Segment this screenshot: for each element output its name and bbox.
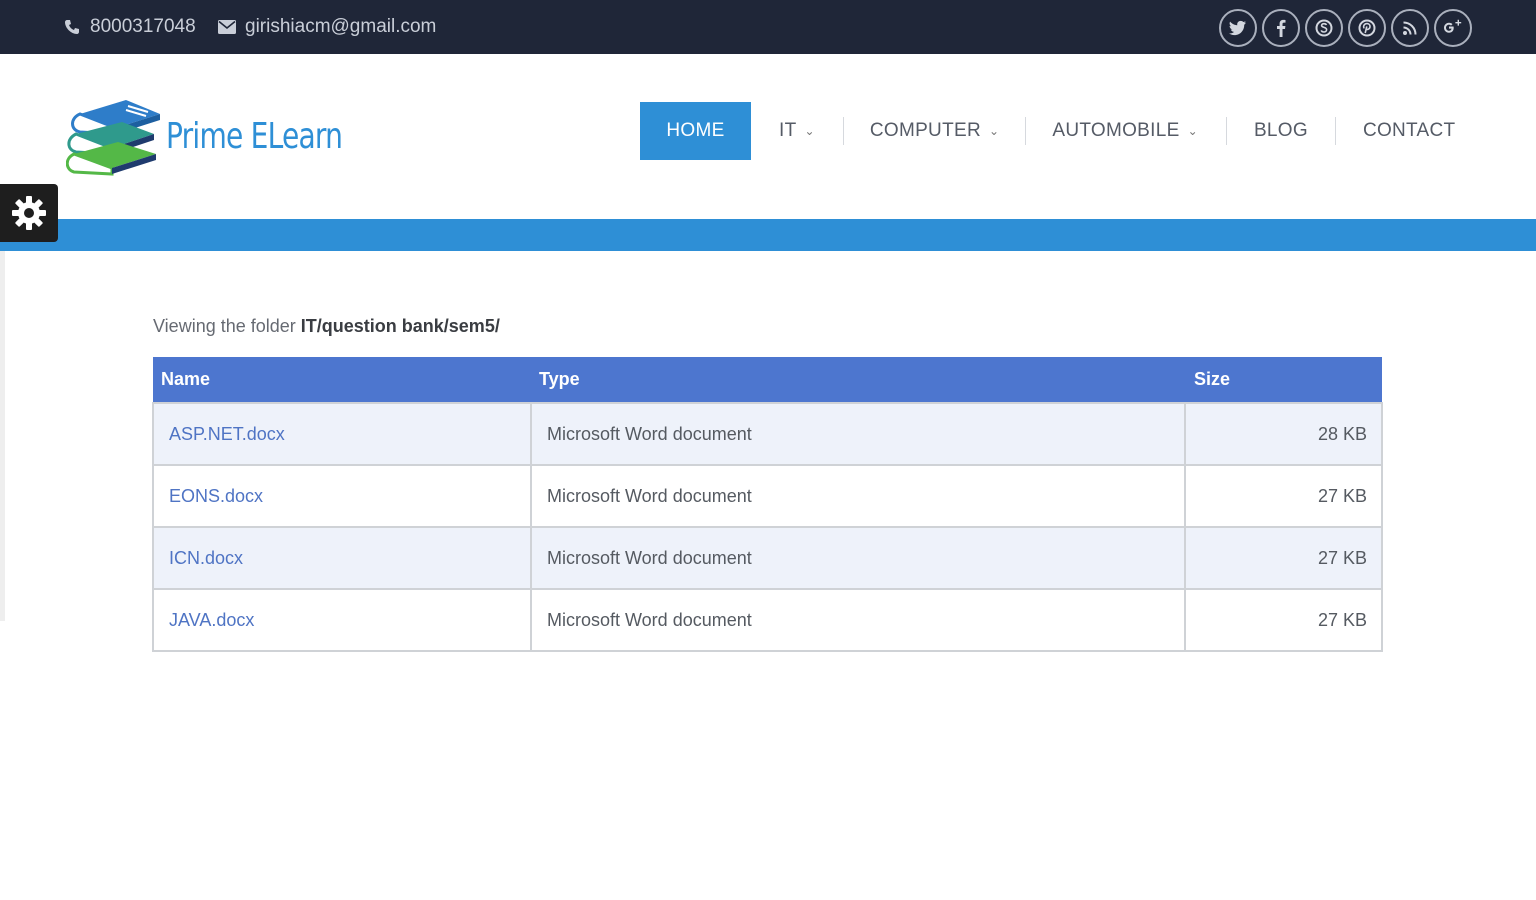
email-contact[interactable]: girishiacm@gmail.com <box>217 0 436 54</box>
nav-automobile[interactable]: AUTOMOBILE ⌄ <box>1026 102 1226 160</box>
site-header: Prime ELearn HOME IT ⌄ COMPUTER ⌄ AUTOMO… <box>0 54 1536 220</box>
file-type: Microsoft Word document <box>530 402 1186 466</box>
file-size: 27 KB <box>1184 588 1383 652</box>
file-link[interactable]: ICN.docx <box>152 526 532 590</box>
logo-text: Prime ELearn <box>166 115 343 157</box>
pinterest-icon[interactable] <box>1348 9 1386 47</box>
chevron-down-icon: ⌄ <box>804 124 815 138</box>
folder-path-prefix: Viewing the folder <box>153 316 296 336</box>
nav-computer-label: COMPUTER <box>869 120 981 141</box>
top-bar: 8000317048 girishiacm@gmail.com <box>0 0 1536 54</box>
table-row: JAVA.docx Microsoft Word document 27 KB <box>152 588 1383 652</box>
nav-blog[interactable]: BLOG <box>1227 102 1335 160</box>
nav-computer[interactable]: COMPUTER ⌄ <box>844 102 1025 160</box>
nav-automobile-label: AUTOMOBILE <box>1052 120 1180 141</box>
file-link[interactable]: EONS.docx <box>152 464 532 528</box>
file-type: Microsoft Word document <box>530 464 1186 528</box>
books-logo-icon <box>66 100 160 176</box>
facebook-icon[interactable] <box>1262 9 1300 47</box>
phone-contact[interactable]: 8000317048 <box>62 0 196 54</box>
site-logo[interactable]: Prime ELearn <box>66 96 392 176</box>
chevron-down-icon: ⌄ <box>1187 124 1198 138</box>
column-header-type[interactable]: Type <box>531 357 1185 403</box>
file-size: 27 KB <box>1184 526 1383 590</box>
table-row: ASP.NET.docx Microsoft Word document 28 … <box>152 402 1383 466</box>
column-header-name[interactable]: Name <box>153 357 531 403</box>
nav-contact[interactable]: CONTACT <box>1336 102 1456 160</box>
table-header-row: Name Type Size <box>153 357 1382 403</box>
nav-it-label: IT <box>779 120 797 141</box>
rss-icon[interactable] <box>1391 9 1429 47</box>
social-links <box>1219 9 1472 47</box>
table-row: EONS.docx Microsoft Word document 27 KB <box>152 464 1383 528</box>
column-header-size[interactable]: Size <box>1185 357 1382 403</box>
twitter-icon[interactable] <box>1219 9 1257 47</box>
page-banner-strip <box>0 219 1536 251</box>
file-link[interactable]: ASP.NET.docx <box>152 402 532 466</box>
phone-number: 8000317048 <box>90 16 196 37</box>
email-address: girishiacm@gmail.com <box>245 16 437 37</box>
nav-it[interactable]: IT ⌄ <box>751 102 843 160</box>
file-size: 28 KB <box>1184 402 1383 466</box>
file-type: Microsoft Word document <box>530 588 1186 652</box>
chevron-down-icon: ⌄ <box>988 124 1000 138</box>
file-size: 27 KB <box>1184 464 1383 528</box>
nav-home[interactable]: HOME <box>640 102 751 160</box>
settings-toggle[interactable] <box>0 184 58 242</box>
main-nav: HOME IT ⌄ COMPUTER ⌄ AUTOMOBILE ⌄ BLOG C… <box>640 102 1455 160</box>
file-table: Name Type Size ASP.NET.docx Microsoft Wo… <box>152 357 1383 652</box>
file-link[interactable]: JAVA.docx <box>152 588 532 652</box>
google-plus-icon[interactable] <box>1434 9 1472 47</box>
gear-icon <box>12 196 46 230</box>
folder-path: IT/question bank/sem5/ <box>300 316 500 336</box>
file-type: Microsoft Word document <box>530 526 1186 590</box>
phone-icon <box>62 17 82 37</box>
envelope-icon <box>217 17 237 37</box>
skype-icon[interactable] <box>1305 9 1343 47</box>
left-edge <box>0 251 5 621</box>
folder-path-text: Viewing the folder IT/question bank/sem5… <box>153 316 500 337</box>
table-row: ICN.docx Microsoft Word document 27 KB <box>152 526 1383 590</box>
